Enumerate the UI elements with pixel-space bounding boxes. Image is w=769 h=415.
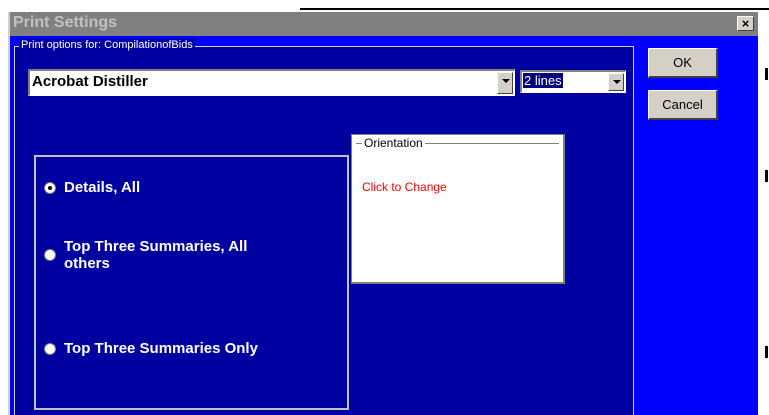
- radio-top-three-only-label: Top Three Summaries Only: [64, 340, 258, 357]
- lines-dropdown-button[interactable]: [608, 73, 624, 91]
- printer-select[interactable]: Acrobat Distiller: [28, 69, 515, 96]
- close-icon: ×: [741, 16, 750, 31]
- printer-dropdown-button[interactable]: [497, 72, 513, 94]
- lines-select-value: 2 lines: [523, 73, 563, 88]
- lines-select[interactable]: 2 lines: [520, 70, 626, 93]
- radio-unselected-icon: [44, 249, 56, 261]
- print-settings-dialog: Print Settings × Print options for: Comp…: [8, 12, 758, 415]
- radio-top-three-only[interactable]: Top Three Summaries Only: [44, 340, 258, 357]
- printer-select-value: Acrobat Distiller: [32, 73, 148, 90]
- radio-unselected-icon: [44, 342, 56, 355]
- radio-top-three-all-others[interactable]: Top Three Summaries, All others: [44, 238, 247, 272]
- orientation-change-link[interactable]: Click to Change: [362, 180, 447, 194]
- radio-top-three-all-others-line2: others: [64, 255, 110, 272]
- orientation-label: Orientation: [362, 136, 425, 150]
- close-button[interactable]: ×: [737, 16, 754, 31]
- background-edge-mark: [765, 170, 768, 182]
- radio-details-all-label: Details, All: [64, 179, 141, 196]
- chevron-down-icon: [502, 79, 510, 83]
- dialog-title: Print Settings: [13, 14, 118, 31]
- print-options-group-label: Print options for: CompilationofBids: [19, 39, 195, 51]
- radio-selected-icon: [44, 181, 56, 194]
- background-edge-mark: [765, 346, 768, 358]
- title-bar: Print Settings ×: [10, 12, 758, 36]
- radio-details-all[interactable]: Details, All: [44, 179, 140, 196]
- ok-button[interactable]: OK: [648, 48, 718, 78]
- background-line: [300, 8, 769, 10]
- cancel-button[interactable]: Cancel: [648, 90, 718, 120]
- radio-top-three-all-others-label: Top Three Summaries, All others: [64, 238, 247, 272]
- radio-top-three-all-others-line1: Top Three Summaries, All: [64, 238, 248, 255]
- chevron-down-icon: [613, 80, 621, 84]
- background-edge-mark: [765, 68, 768, 80]
- orientation-panel[interactable]: Orientation Click to Change: [351, 134, 565, 284]
